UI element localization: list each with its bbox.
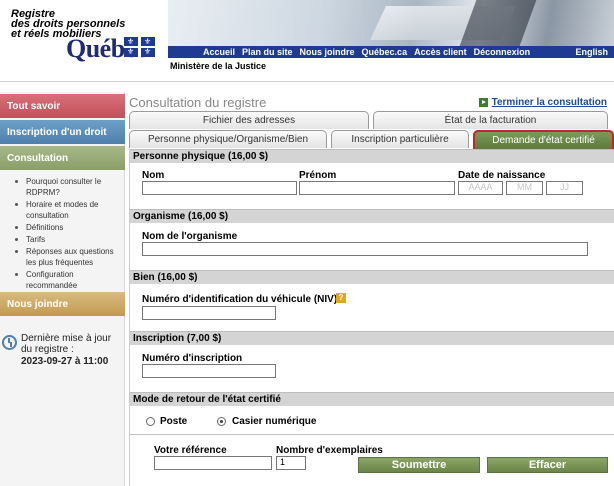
sidebar-item-tout-savoir[interactable]: Tout savoir bbox=[0, 94, 125, 118]
header-divider bbox=[0, 81, 614, 82]
section-mode-retour: Mode de retour de l'état certifié bbox=[130, 392, 614, 406]
exemplaires-label: Nombre d'exemplaires bbox=[276, 445, 383, 456]
reference-label: Votre référence bbox=[154, 445, 227, 456]
tab-inscription-particuliere[interactable]: Inscription particulière bbox=[331, 130, 469, 148]
birth-day-input[interactable]: JJ bbox=[546, 181, 583, 195]
nav-acces-client[interactable]: Accès client bbox=[414, 47, 467, 57]
sidebar-link-faq[interactable]: Réponses aux questions les plus fréquent… bbox=[6, 246, 121, 268]
sidebar-link-definitions[interactable]: Définitions bbox=[6, 222, 121, 233]
tab-etat-facturation[interactable]: État de la facturation bbox=[373, 111, 608, 129]
page-title: Consultation du registre bbox=[129, 95, 267, 110]
section-inscription: Inscription (7,00 $) bbox=[130, 331, 614, 345]
nav-english[interactable]: English bbox=[575, 47, 608, 57]
sidebar-item-inscription[interactable]: Inscription d'un droit bbox=[0, 120, 125, 144]
sidebar-link-horaire[interactable]: Horaire et modes de consultation bbox=[6, 199, 121, 221]
nav-quebec-ca[interactable]: Québec.ca bbox=[362, 47, 408, 57]
nav-plan-du-site[interactable]: Plan du site bbox=[242, 47, 293, 57]
section-bien: Bien (16,00 $) bbox=[130, 270, 614, 284]
radio-poste[interactable] bbox=[146, 417, 155, 426]
organisme-nom-label: Nom de l'organisme bbox=[142, 231, 238, 242]
header-banner-image bbox=[168, 0, 614, 46]
tab-demande-etat-certifie[interactable]: Demande d'état certifié bbox=[473, 130, 614, 151]
sidebar-item-nous-joindre[interactable]: Nous joindre bbox=[0, 292, 125, 316]
sidebar-sublinks: Pourquoi consulter le RDPRM? Horaire et … bbox=[6, 176, 121, 292]
birth-month-input[interactable]: MM bbox=[506, 181, 543, 195]
nav-nous-joindre[interactable]: Nous joindre bbox=[300, 47, 355, 57]
niv-input[interactable] bbox=[142, 306, 276, 320]
main-content: Consultation du registre Terminer la con… bbox=[129, 92, 614, 486]
exemplaires-input[interactable]: 1 bbox=[276, 456, 306, 470]
ministry-name: Ministère de la Justice bbox=[170, 61, 267, 71]
radio-poste-label: Poste bbox=[160, 416, 188, 427]
clock-icon bbox=[2, 335, 17, 350]
birth-year-input[interactable]: AAAA bbox=[458, 181, 503, 195]
last-update-text: Dernière mise à jour du registre : 2023-… bbox=[21, 333, 122, 367]
terminate-consultation-link[interactable]: Terminer la consultation bbox=[478, 97, 607, 108]
niv-label: Numéro d'identification du véhicule (NIV… bbox=[142, 294, 338, 305]
section-organisme: Organisme (16,00 $) bbox=[130, 209, 614, 223]
site-header: Registre des droits personnels et réels … bbox=[0, 0, 614, 82]
arrow-right-icon bbox=[478, 98, 488, 107]
prenom-label: Prénom bbox=[299, 170, 337, 181]
radio-casier-numerique[interactable] bbox=[217, 417, 226, 426]
prenom-input[interactable] bbox=[299, 181, 455, 195]
date-naissance-label: Date de naissance bbox=[458, 170, 546, 181]
certified-statement-form: Personne physique (16,00 $) Nom Prénom D… bbox=[129, 149, 614, 486]
top-navigation: Accueil Plan du site Nous joindre Québec… bbox=[168, 46, 614, 58]
last-update-date: 2023-09-27 à 11:00 bbox=[21, 356, 109, 367]
terminate-consultation-label: Terminer la consultation bbox=[491, 97, 607, 108]
nom-label: Nom bbox=[142, 170, 165, 181]
section-personne-physique: Personne physique (16,00 $) bbox=[130, 149, 614, 163]
quebec-flag-icon: ⚜ ⚜ ⚜ ⚜ bbox=[124, 37, 155, 57]
numero-inscription-input[interactable] bbox=[142, 364, 276, 378]
numero-inscription-label: Numéro d'inscription bbox=[142, 353, 243, 364]
sidebar-link-tarifs[interactable]: Tarifs bbox=[6, 234, 121, 245]
sidebar-item-consultation[interactable]: Consultation bbox=[0, 146, 125, 170]
help-icon[interactable]: ? bbox=[336, 293, 346, 303]
nav-deconnexion[interactable]: Déconnexion bbox=[474, 47, 531, 57]
organisme-nom-input[interactable] bbox=[142, 242, 588, 256]
radio-casier-label: Casier numérique bbox=[232, 416, 317, 427]
last-update-label: Dernière mise à jour du registre : bbox=[21, 333, 112, 355]
submit-button[interactable]: Soumettre bbox=[358, 457, 480, 473]
clear-button[interactable]: Effacer bbox=[487, 457, 608, 473]
nav-accueil[interactable]: Accueil bbox=[203, 47, 235, 57]
tab-fichier-adresses[interactable]: Fichier des adresses bbox=[129, 111, 369, 129]
sidebar-link-pourquoi[interactable]: Pourquoi consulter le RDPRM? bbox=[6, 176, 121, 198]
nom-input[interactable] bbox=[142, 181, 297, 195]
reference-input[interactable] bbox=[154, 456, 272, 470]
form-divider bbox=[130, 434, 614, 435]
tab-personne-organisme-bien[interactable]: Personne physique/Organisme/Bien bbox=[129, 130, 327, 148]
sidebar-link-configuration[interactable]: Configuration recommandée bbox=[6, 269, 121, 291]
sidebar: Tout savoir Inscription d'un droit Consu… bbox=[0, 92, 125, 486]
